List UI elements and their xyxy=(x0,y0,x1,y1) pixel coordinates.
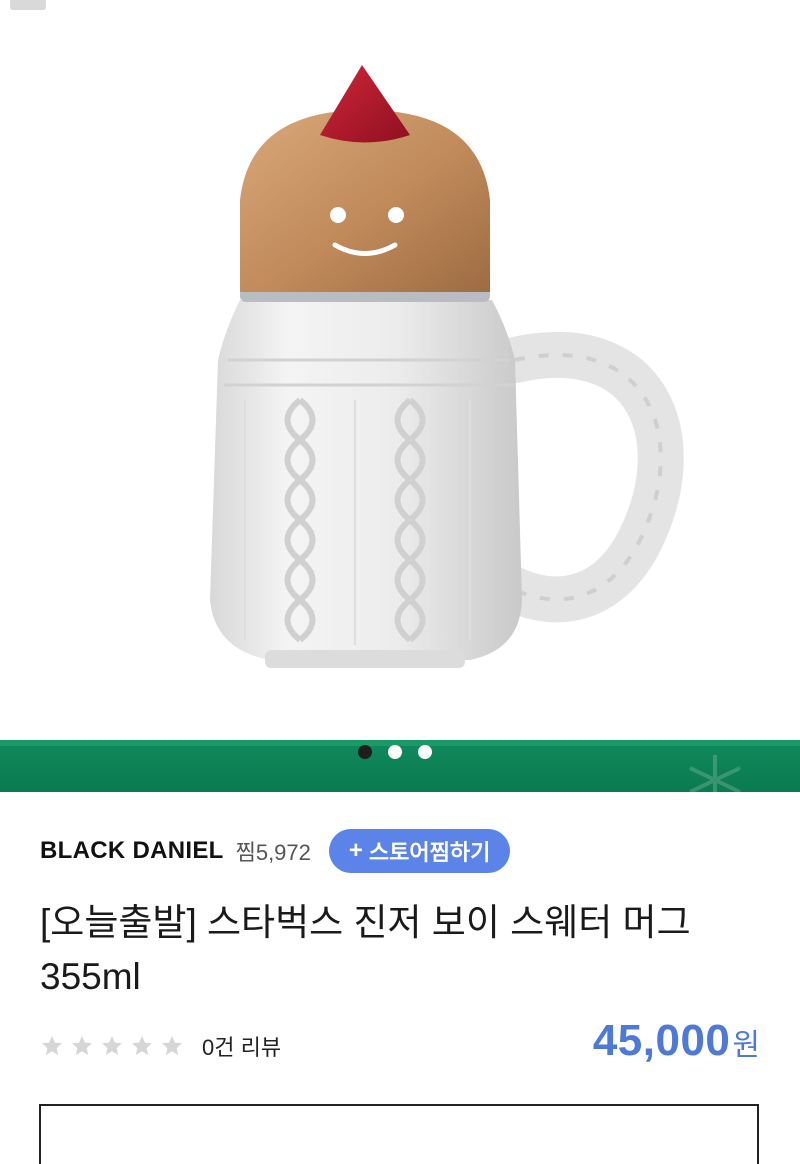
star-icon xyxy=(72,1036,92,1055)
product-image-carousel[interactable] xyxy=(0,0,800,740)
review-count-link[interactable]: 0건 리뷰 xyxy=(202,1030,281,1062)
option-select-box[interactable] xyxy=(39,1104,759,1164)
carousel-indicator xyxy=(358,745,432,759)
store-info: BLACK DANIEL 찜5,972 + 스토어찜하기 xyxy=(40,828,511,874)
star-icon xyxy=(132,1036,152,1055)
star-icon xyxy=(162,1036,182,1055)
price-currency: 원 xyxy=(732,1029,760,1062)
snowflake-icon xyxy=(689,755,741,792)
price: 45,000 원 xyxy=(593,1016,760,1066)
star-icon xyxy=(42,1036,62,1055)
star-rating xyxy=(40,1034,184,1058)
plus-icon: + xyxy=(348,837,363,864)
zzim-count: 찜5,972 xyxy=(235,840,311,865)
carousel-dot[interactable] xyxy=(418,745,432,759)
star-icon xyxy=(102,1036,122,1055)
product-title: [오늘출발] 스타벅스 진저 보이 스웨터 머그 355ml xyxy=(40,902,691,997)
store-follow-button[interactable]: + 스토어찜하기 xyxy=(328,829,511,873)
rating-row: 0건 리뷰 xyxy=(40,1026,281,1066)
store-name[interactable]: BLACK DANIEL xyxy=(40,837,224,865)
follow-label: 스토어찜하기 xyxy=(368,840,491,865)
carousel-dot[interactable] xyxy=(388,745,402,759)
product-image xyxy=(210,65,684,668)
carousel-dot[interactable] xyxy=(358,745,372,759)
price-amount: 45,000 xyxy=(592,1016,731,1065)
